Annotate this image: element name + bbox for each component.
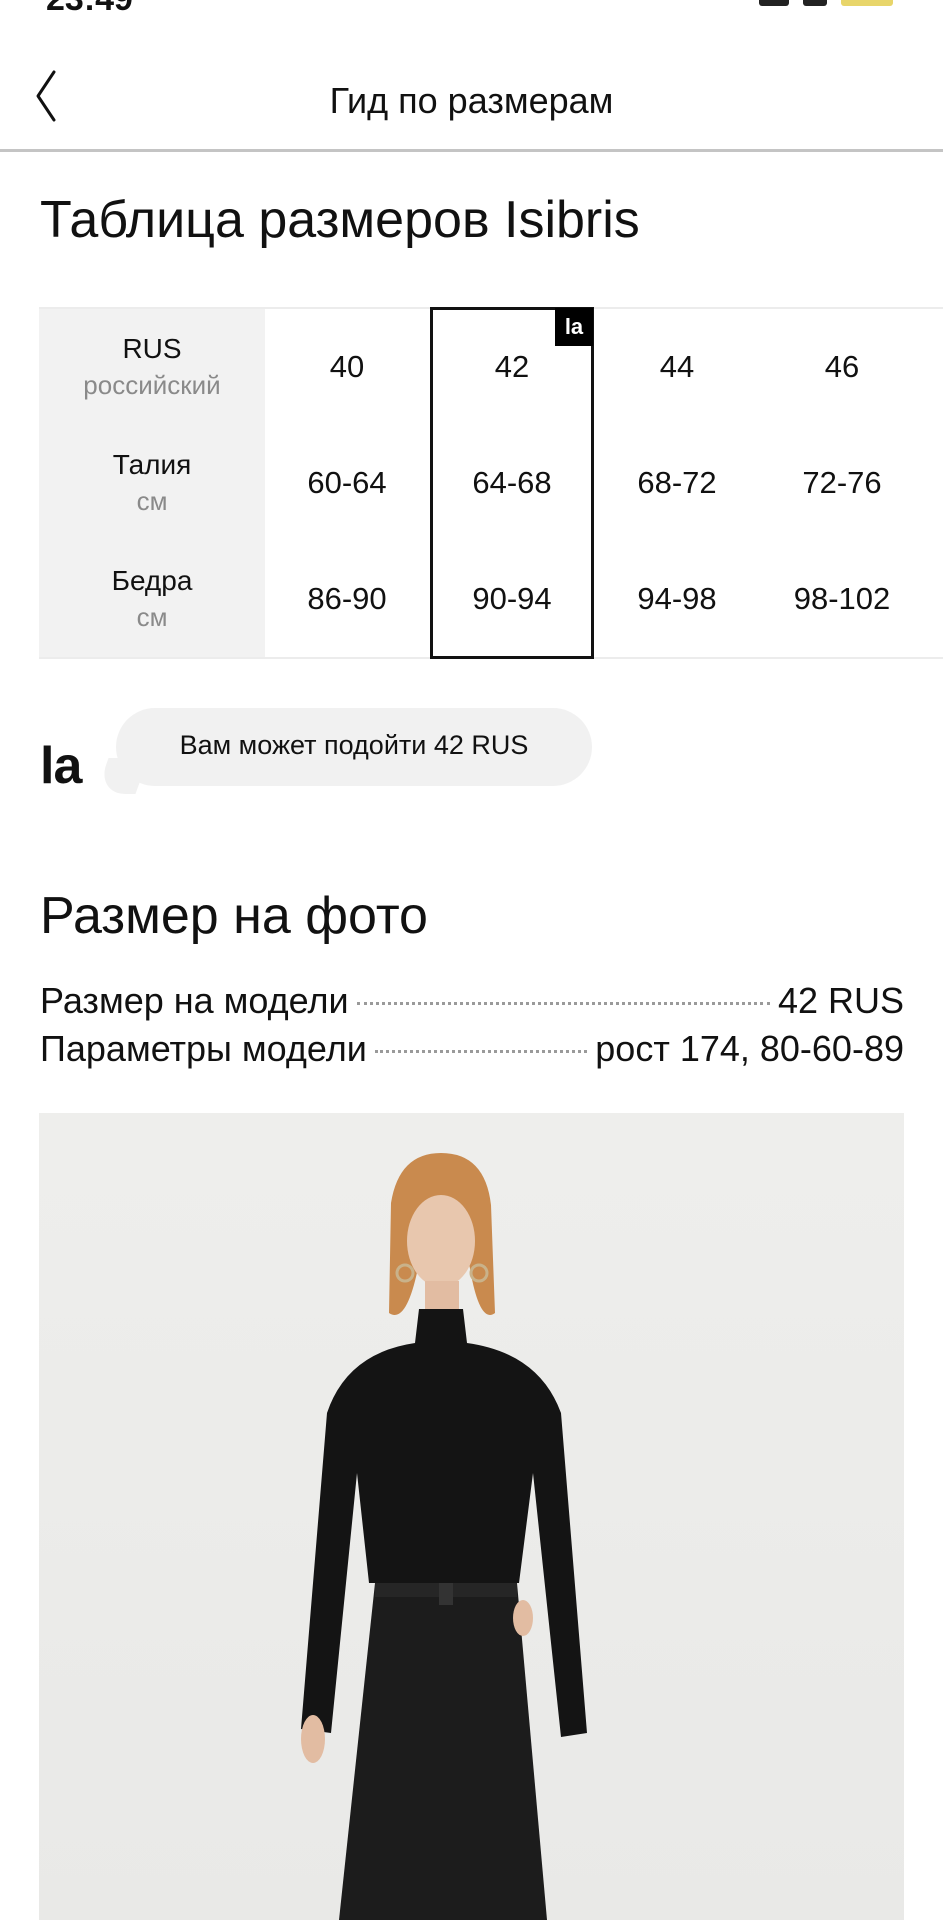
- signal-icon: [759, 0, 789, 6]
- model-size-row: Размер на модели 42 RUS: [40, 980, 904, 1024]
- row-label-hips: Бедра см: [39, 563, 265, 635]
- recommendation-text: Вам может подойти 42 RUS: [179, 730, 529, 760]
- row-label-sub: российский: [83, 370, 221, 400]
- photo-size-title: Размер на фото: [40, 887, 428, 945]
- la-badge: la: [555, 308, 593, 346]
- row-label-sub: см: [136, 602, 168, 632]
- size-cell-46[interactable]: 46: [760, 349, 924, 385]
- status-time: 23:49: [46, 0, 133, 19]
- model-photo: [39, 1113, 904, 1920]
- la-logo: la: [40, 737, 82, 795]
- waist-cell: 72-76: [802, 465, 882, 500]
- waist-cell: 68-72: [637, 465, 717, 500]
- row-label-main: RUS: [122, 333, 182, 364]
- model-figure: [301, 1153, 587, 1920]
- hips-cell: 94-98: [637, 581, 717, 616]
- size-table: RUS российский Талия см Бедра см 40 42 4…: [39, 307, 943, 659]
- row-label-main: Бедра: [111, 565, 193, 596]
- battery-icon: [841, 0, 893, 6]
- dot-leader: [374, 1050, 588, 1053]
- model-size-label: Размер на модели: [40, 980, 349, 1021]
- row-label-main: Талия: [112, 449, 192, 480]
- page-title: Гид по размерам: [329, 80, 614, 121]
- recommended-size-highlight: la: [430, 307, 594, 659]
- model-params-label: Параметры модели: [40, 1028, 367, 1069]
- recommendation-bubble: Вам может подойти 42 RUS: [116, 708, 592, 786]
- size-cell-40[interactable]: 40: [265, 349, 429, 385]
- model-params-value: рост 174, 80-60-89: [595, 1028, 904, 1069]
- dot-leader: [356, 1002, 770, 1005]
- status-bar: 23:49: [0, 0, 943, 20]
- size-cell-44[interactable]: 44: [595, 349, 759, 385]
- waist-cell: 60-64: [307, 465, 387, 500]
- model-params-row: Параметры модели рост 174, 80-60-89: [40, 1028, 904, 1072]
- hips-cell: 98-102: [793, 581, 891, 616]
- hips-cell: 86-90: [307, 581, 387, 616]
- row-label-rus: RUS российский: [39, 331, 265, 403]
- nav-bar: Гид по размерам: [0, 40, 943, 152]
- model-size-value: 42 RUS: [777, 980, 904, 1021]
- size-table-title: Таблица размеров Isibris: [40, 191, 640, 249]
- row-label-sub: см: [136, 486, 168, 516]
- row-label-waist: Талия см: [39, 447, 265, 519]
- status-icons: [759, 0, 893, 6]
- wifi-icon: [803, 0, 827, 6]
